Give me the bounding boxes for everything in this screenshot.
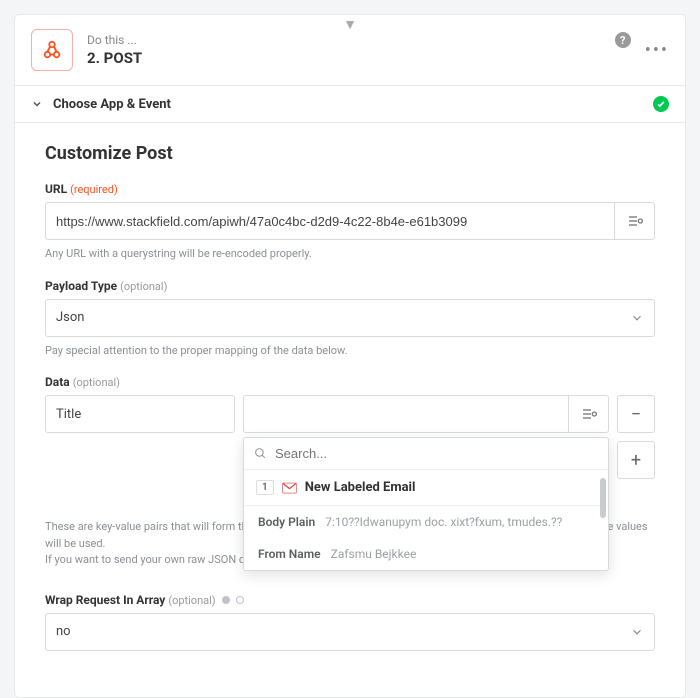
payload-select[interactable]: Json — [45, 299, 655, 337]
dropdown-item[interactable]: From Name Zafsmu Bejkkee — [244, 538, 608, 570]
check-complete-icon — [653, 96, 669, 112]
chevron-down-icon — [630, 311, 644, 325]
source-step-badge: 1 — [256, 480, 274, 495]
data-value-input-row — [243, 395, 609, 433]
choose-app-label: Choose App & Event — [53, 97, 643, 112]
step-card: Do this ... 2. POST ? ••• Choose App & E… — [14, 14, 686, 698]
url-insert-data-icon[interactable] — [614, 203, 654, 239]
data-label: Data (optional) — [45, 375, 655, 389]
gmail-icon — [282, 482, 297, 494]
payload-hint: Pay special attention to the proper mapp… — [45, 343, 655, 360]
radio-filled-icon — [222, 596, 230, 604]
payload-value: Json — [56, 310, 84, 325]
section-title: Customize Post — [45, 143, 655, 164]
url-input-row — [45, 202, 655, 240]
url-hint: Any URL with a querystring will be re-en… — [45, 246, 655, 263]
remove-row-button[interactable]: − — [617, 395, 655, 433]
dropdown-source-step[interactable]: 1 New Labeled Email — [244, 470, 608, 506]
data-value-insert-icon[interactable] — [568, 396, 608, 432]
header-title: 2. POST — [87, 49, 615, 67]
url-input[interactable] — [46, 203, 614, 239]
add-row-button[interactable]: + — [617, 441, 655, 479]
webhook-app-icon — [31, 29, 73, 71]
dropdown-source-label: New Labeled Email — [305, 480, 416, 495]
search-icon — [254, 447, 267, 460]
wrap-label: Wrap Request In Array (optional) — [45, 593, 216, 607]
dropdown-search-input[interactable] — [275, 446, 598, 461]
data-value-input[interactable] — [244, 396, 568, 432]
chevron-down-icon — [630, 625, 644, 639]
header-prelabel: Do this ... — [87, 33, 615, 47]
chevron-down-icon — [31, 98, 43, 110]
dropdown-scrollbar[interactable] — [600, 478, 606, 518]
flow-arrow-down-icon: ▼ — [343, 16, 357, 33]
card-body: Customize Post URL (required) Any URL wi… — [15, 123, 685, 697]
url-label: URL (required) — [45, 182, 655, 196]
payload-label: Payload Type (optional) — [45, 279, 655, 293]
dropdown-item[interactable]: Body Plain 7:10??Idwanupym doc. xixt?fxu… — [244, 506, 608, 538]
radio-empty-icon — [236, 596, 244, 604]
more-menu-icon[interactable]: ••• — [645, 40, 669, 61]
wrap-select[interactable]: no — [45, 613, 655, 651]
help-icon[interactable]: ? — [615, 32, 631, 48]
choose-app-event-row[interactable]: Choose App & Event — [15, 85, 685, 123]
wrap-value: no — [56, 624, 71, 639]
insert-data-dropdown: 1 New Labeled Email Body Plain 7:10??Idw… — [243, 437, 609, 571]
data-key-input[interactable]: Title — [45, 395, 235, 433]
